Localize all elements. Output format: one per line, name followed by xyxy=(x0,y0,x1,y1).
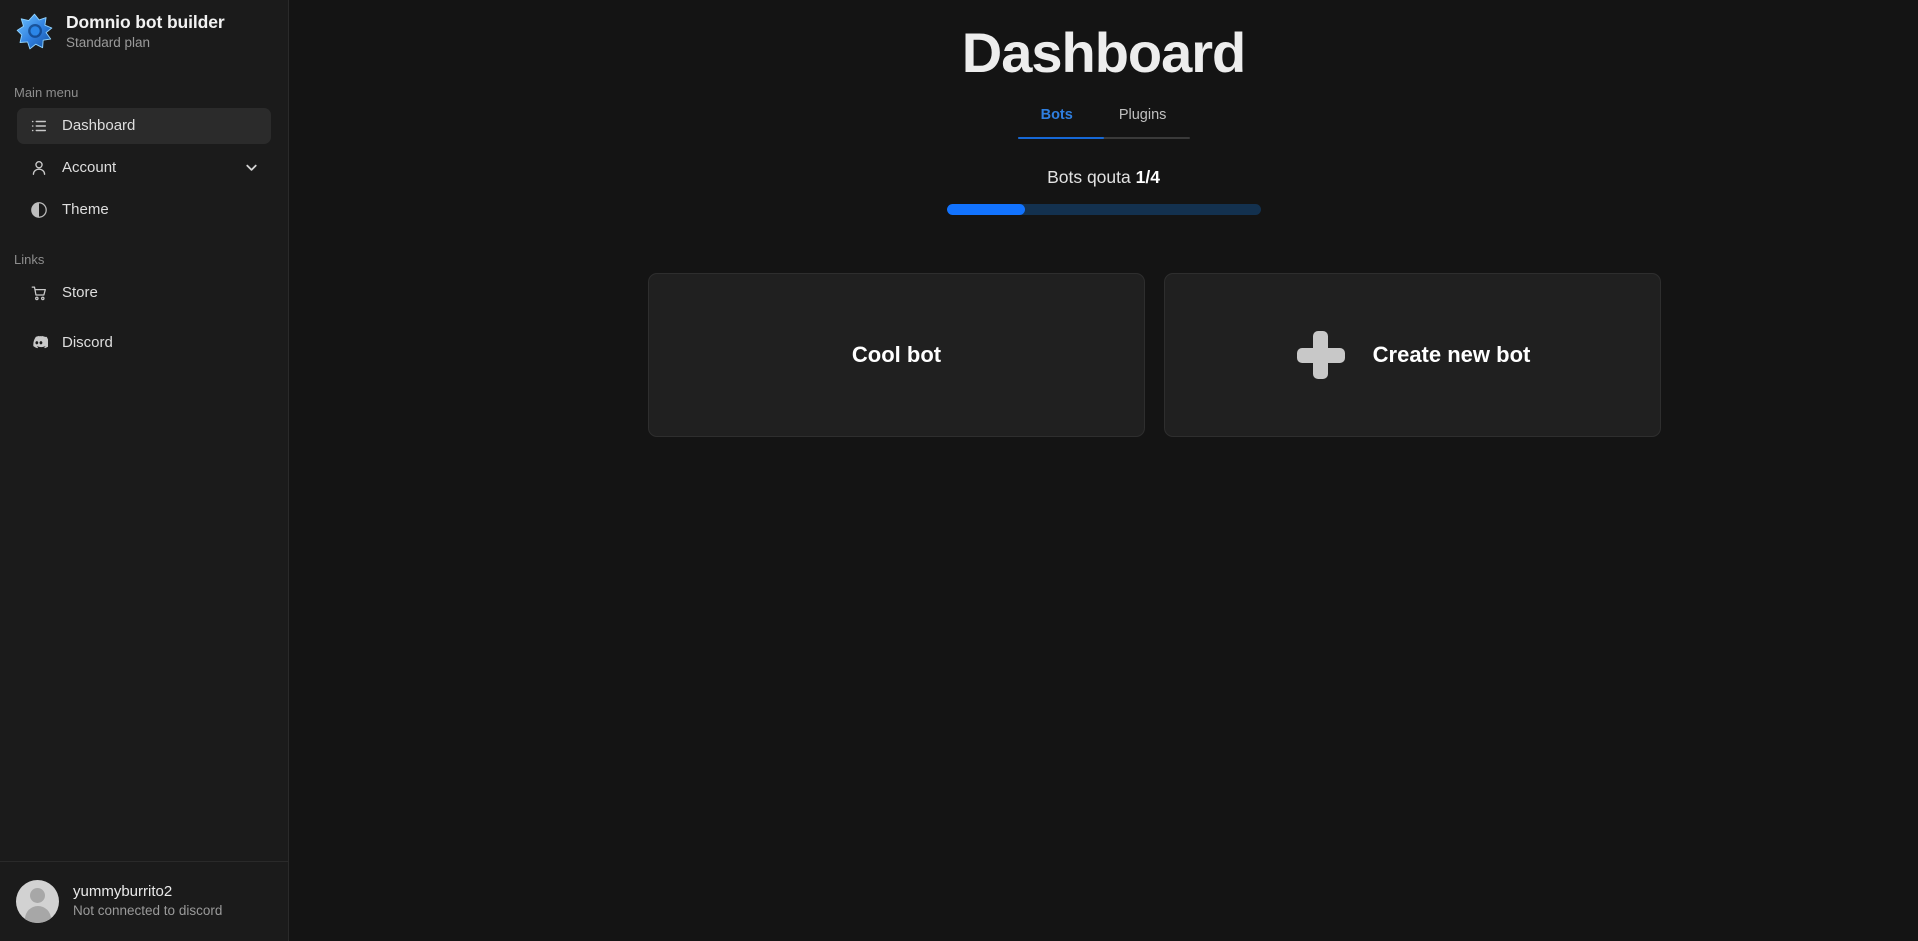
page-title: Dashboard xyxy=(961,21,1247,84)
tab-bar: Bots Plugins xyxy=(1017,107,1190,139)
quota-value: 1/4 xyxy=(1135,167,1160,187)
avatar xyxy=(16,880,59,923)
bot-card-cool-bot[interactable]: Cool bot xyxy=(648,273,1145,437)
sidebar-item-dashboard[interactable]: Dashboard xyxy=(17,107,271,144)
brand-plan: Standard plan xyxy=(66,35,151,51)
tab-bots[interactable]: Bots xyxy=(1041,107,1073,137)
discord-icon xyxy=(29,333,48,352)
chevron-down-icon[interactable] xyxy=(244,160,259,175)
tab-active-indicator xyxy=(1017,137,1104,139)
user-icon xyxy=(29,158,48,177)
sidebar-item-dashboard-label: Dashboard xyxy=(62,117,136,135)
sidebar-item-account[interactable]: Account xyxy=(17,150,271,186)
list-icon xyxy=(29,116,48,135)
main-menu-label: Main menu xyxy=(14,84,79,100)
sidebar-user-footer[interactable]: yummyburrito2 Not connected to discord xyxy=(0,861,288,941)
create-new-bot-label: Create new bot xyxy=(1372,342,1531,367)
contrast-icon xyxy=(29,200,48,219)
brand-header[interactable]: Domnio bot builder Standard plan xyxy=(0,0,288,61)
sidebar-item-discord[interactable]: Discord xyxy=(17,325,271,361)
bot-card-title: Cool bot xyxy=(851,342,942,367)
plus-icon xyxy=(1295,329,1347,381)
sidebar-item-theme[interactable]: Theme xyxy=(17,192,271,228)
username: yummyburrito2 xyxy=(73,883,173,901)
connection-status: Not connected to discord xyxy=(73,903,223,919)
links-nav: Store Discord xyxy=(0,275,288,361)
sidebar-item-store-label: Store xyxy=(62,284,98,302)
tab-underline xyxy=(1017,137,1190,139)
tab-plugins[interactable]: Plugins xyxy=(1119,107,1167,137)
app-root: Domnio bot builder Standard plan Main me… xyxy=(0,0,1918,941)
sidebar: Domnio bot builder Standard plan Main me… xyxy=(0,0,289,941)
shopping-cart-icon xyxy=(29,283,48,302)
links-label: Links xyxy=(14,251,45,267)
sidebar-item-store[interactable]: Store xyxy=(17,275,271,311)
create-new-bot-card[interactable]: Create new bot xyxy=(1164,273,1661,437)
quota-label-row: Bots qouta 1/4 xyxy=(947,167,1261,188)
main-menu-nav: Dashboard Account Theme xyxy=(0,107,288,228)
main-content: Dashboard Bots Plugins Bots qouta 1/4 Co… xyxy=(289,0,1918,941)
quota-progress-fill xyxy=(946,204,1025,215)
bot-card-grid: Cool bot Create new bot xyxy=(648,273,1918,437)
sidebar-item-discord-label: Discord xyxy=(62,334,113,352)
quota-label: Bots qouta xyxy=(1047,167,1131,187)
bots-quota: Bots qouta 1/4 xyxy=(946,167,1261,215)
sidebar-item-account-label: Account xyxy=(62,159,117,177)
brand-title: Domnio bot builder xyxy=(66,12,225,32)
sidebar-item-theme-label: Theme xyxy=(62,201,109,219)
domnio-star-logo-icon xyxy=(16,13,53,50)
quota-progress-track xyxy=(946,204,1261,215)
